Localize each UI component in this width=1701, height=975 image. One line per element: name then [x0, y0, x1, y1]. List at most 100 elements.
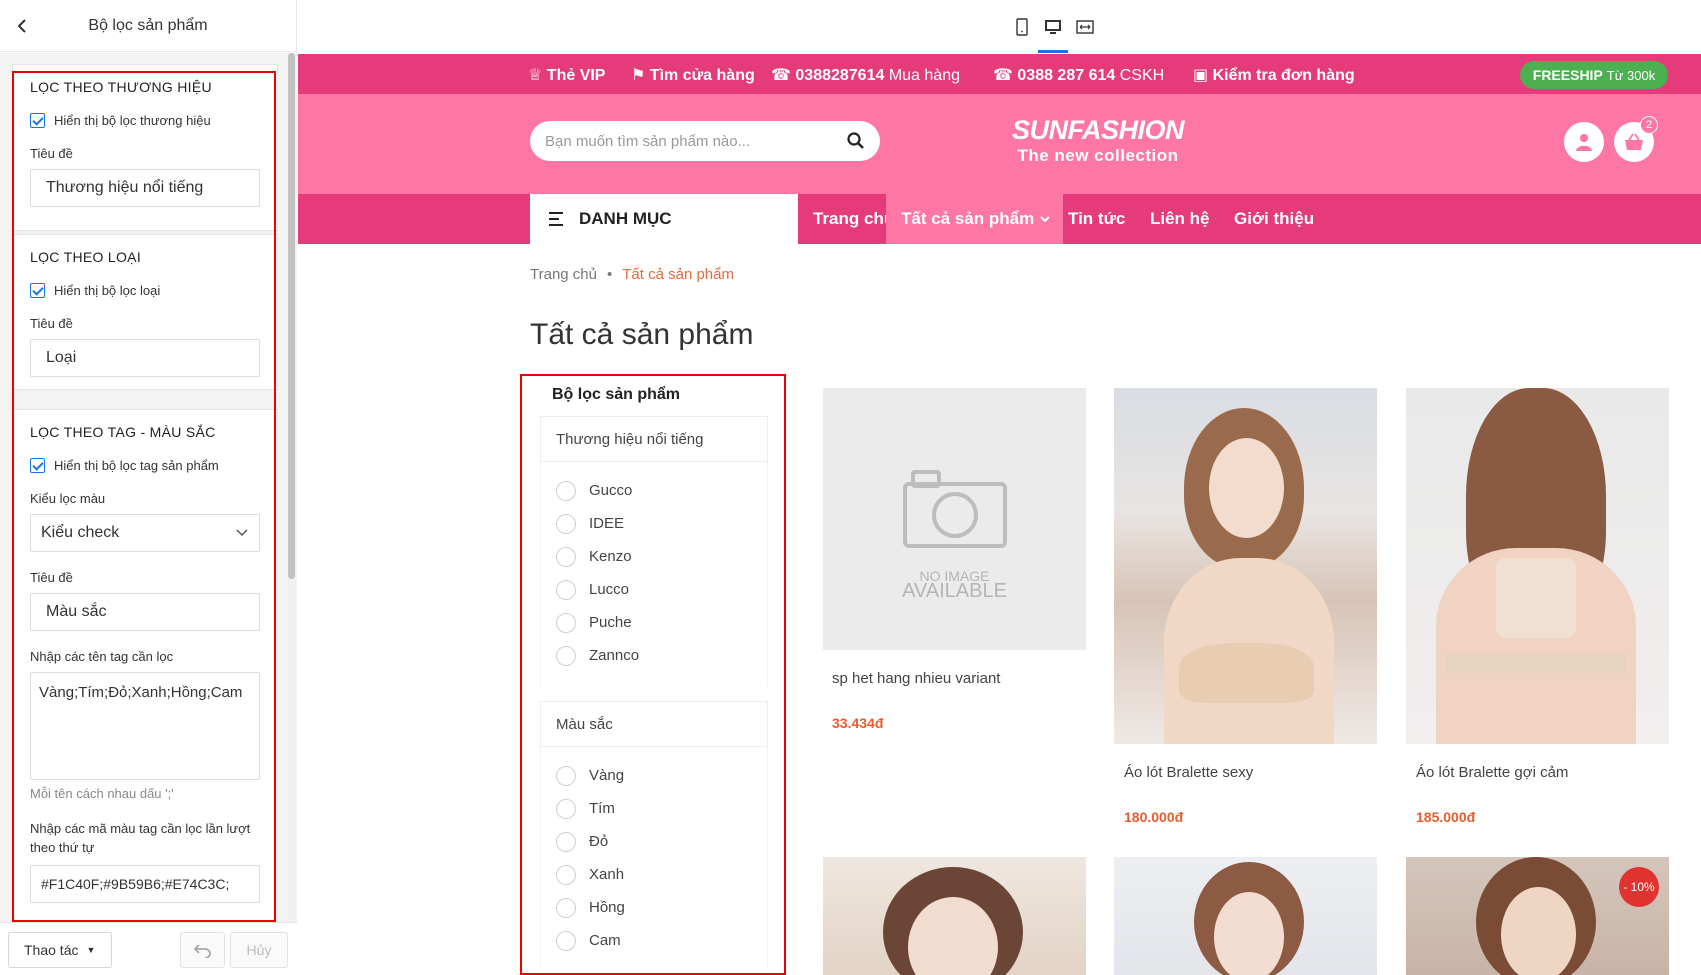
product-name[interactable]: Áo lót Bralette sexy — [1114, 764, 1377, 781]
store-locator-label: Tìm cửa hàng — [649, 67, 755, 84]
category-menu-button[interactable]: DANH MỤC — [530, 194, 798, 244]
editor-scrollbar-thumb[interactable] — [288, 53, 295, 579]
type-filter-section: LỌC THEO LOẠI Hiển thị bộ lọc loại Tiêu … — [12, 234, 278, 390]
photo-lace-shape — [1496, 558, 1576, 638]
product-image[interactable] — [1114, 388, 1377, 744]
radio-icon[interactable] — [556, 930, 576, 951]
brand-option-label: IDEE — [589, 515, 625, 532]
chevron-down-icon — [236, 529, 248, 537]
tag-title-input[interactable]: Màu sắc — [30, 593, 260, 631]
breadcrumb-home[interactable]: Trang chủ — [530, 266, 597, 283]
nav-all-products[interactable]: Tất cả sản phẩm — [886, 194, 1064, 244]
photo-face-shape — [1209, 438, 1284, 538]
brand-option-label: Lucco — [589, 581, 630, 598]
checkbox-checked-icon[interactable] — [30, 283, 45, 298]
brand-option-label: Puche — [589, 614, 632, 631]
product-image[interactable]: - 10% — [1406, 857, 1669, 975]
product-image[interactable] — [1114, 857, 1377, 975]
radio-icon[interactable] — [556, 765, 576, 786]
product-name[interactable]: sp het hang nhieu variant — [823, 670, 1086, 687]
brand-option[interactable]: Kenzo — [556, 540, 767, 573]
cancel-button[interactable]: Hủy — [230, 932, 288, 968]
freeship-label: FREESHIP — [1532, 67, 1603, 83]
product-card[interactable] — [1114, 857, 1377, 975]
nav-news[interactable]: Tin tức — [1053, 194, 1140, 244]
vip-link[interactable]: ♕ Thẻ VIP — [528, 65, 605, 85]
color-codes-input[interactable]: #F1C40F;#9B59B6;#E74C3C; — [30, 865, 260, 903]
radio-icon[interactable] — [556, 897, 576, 918]
type-checkbox-label: Hiển thị bộ lọc loại — [54, 283, 161, 298]
vip-label: Thẻ VIP — [546, 67, 606, 84]
product-image[interactable] — [1406, 388, 1669, 744]
tags-textarea[interactable]: Vàng;Tím;Đỏ;Xanh;Hồng;Cam — [30, 672, 260, 780]
radio-icon[interactable] — [556, 831, 576, 852]
radio-icon[interactable] — [556, 612, 576, 633]
search-input[interactable]: Bạn muốn tìm sản phẩm nào... — [530, 121, 880, 161]
brand-option[interactable]: Zannco — [556, 639, 767, 672]
search-icon[interactable] — [846, 131, 866, 151]
tag-filter-section: LỌC THEO TAG - MÀU SẮC Hiển thị bộ lọc t… — [12, 409, 278, 922]
color-style-select[interactable]: Kiểu check — [30, 514, 260, 552]
store-locator-link[interactable]: ⚑ Tìm cửa hàng — [631, 65, 755, 85]
nav-about[interactable]: Giới thiệu — [1219, 194, 1329, 244]
phone-support-link[interactable]: ☎ 0388 287 614 CSKH — [993, 65, 1164, 85]
brand-filter-list: Gucco IDEE Kenzo Lucco Puche Zannco — [540, 462, 768, 687]
color-option[interactable]: Đỏ — [556, 825, 767, 858]
type-title-input[interactable]: Loại — [30, 339, 260, 377]
mobile-view-icon[interactable] — [1012, 17, 1032, 37]
product-card[interactable]: - 10% — [1406, 857, 1669, 975]
tag-show-checkbox[interactable]: Hiển thị bộ lọc tag sản phẩm — [30, 458, 260, 473]
color-option[interactable]: Xanh — [556, 858, 767, 891]
radio-icon[interactable] — [556, 579, 576, 600]
brand-filter-heading[interactable]: Thương hiệu nổi tiếng — [540, 416, 768, 462]
color-style-value: Kiểu check — [41, 524, 120, 541]
checkbox-checked-icon[interactable] — [30, 113, 45, 128]
tags-label: Nhập các tên tag cần lọc — [30, 649, 174, 664]
brand-title-input[interactable]: Thương hiệu nổi tiếng — [30, 169, 260, 207]
product-card[interactable]: NO IMAGE AVAILABLE sp het hang nhieu var… — [823, 388, 1086, 731]
tag-section-heading: LỌC THEO TAG - MÀU SẮC — [30, 424, 216, 440]
product-price: 185.000đ — [1416, 809, 1476, 825]
radio-icon[interactable] — [556, 798, 576, 819]
color-option-label: Cam — [589, 932, 621, 949]
actions-button[interactable]: Thao tác ▼ — [8, 932, 112, 968]
color-filter-heading[interactable]: Màu sắc — [540, 701, 768, 747]
back-arrow-icon[interactable] — [12, 16, 32, 36]
color-option[interactable]: Cam — [556, 924, 767, 957]
nav-contact[interactable]: Liên hệ — [1135, 194, 1225, 244]
brand-option[interactable]: Gucco — [556, 474, 767, 507]
order-check-link[interactable]: ▣ Kiểm tra đơn hàng — [1193, 65, 1355, 85]
product-filter: Bộ lọc sản phẩm Thương hiệu nổi tiếng Gu… — [534, 376, 774, 969]
radio-icon[interactable] — [556, 546, 576, 567]
color-option[interactable]: Vàng — [556, 759, 767, 792]
type-show-checkbox[interactable]: Hiển thị bộ lọc loại — [30, 283, 260, 298]
account-button[interactable] — [1564, 122, 1604, 162]
breadcrumb-current: Tất cả sản phẩm — [622, 266, 734, 283]
product-card[interactable]: Áo lót Bralette gợi cảm 185.000đ — [1406, 388, 1669, 825]
editor-scrollbar[interactable] — [287, 53, 296, 922]
radio-icon[interactable] — [556, 513, 576, 534]
color-option[interactable]: Hồng — [556, 891, 767, 924]
product-card[interactable] — [823, 857, 1086, 975]
color-option[interactable]: Tím — [556, 792, 767, 825]
brand-option[interactable]: IDEE — [556, 507, 767, 540]
radio-icon[interactable] — [556, 645, 576, 666]
product-image-placeholder[interactable]: NO IMAGE AVAILABLE — [823, 388, 1086, 650]
radio-icon[interactable] — [556, 480, 576, 501]
main-nav: DANH MỤC Trang chủ Tất cả sản phẩm Tin t… — [298, 194, 1701, 244]
brand-option[interactable]: Puche — [556, 606, 767, 639]
product-name[interactable]: Áo lót Bralette gợi cảm — [1406, 764, 1669, 781]
brand-option[interactable]: Lucco — [556, 573, 767, 606]
product-card[interactable]: Áo lót Bralette sexy 180.000đ — [1114, 388, 1377, 825]
color-codes-label: Nhập các mã màu tag cần lọc lần lượt the… — [30, 821, 251, 855]
store-logo[interactable]: SUNFASHION The new collection — [1010, 116, 1186, 166]
desktop-view-tab[interactable] — [1038, 14, 1068, 53]
checkbox-checked-icon[interactable] — [30, 458, 45, 473]
product-image[interactable] — [823, 857, 1086, 975]
radio-icon[interactable] — [556, 864, 576, 885]
fullwidth-view-icon[interactable] — [1075, 17, 1095, 37]
undo-button[interactable] — [180, 932, 225, 968]
phone-buy-link[interactable]: ☎ 0388287614 Mua hàng — [771, 65, 960, 85]
brand-show-checkbox[interactable]: Hiển thị bộ lọc thương hiệu — [30, 113, 260, 128]
cart-button[interactable]: 2 — [1614, 116, 1658, 162]
